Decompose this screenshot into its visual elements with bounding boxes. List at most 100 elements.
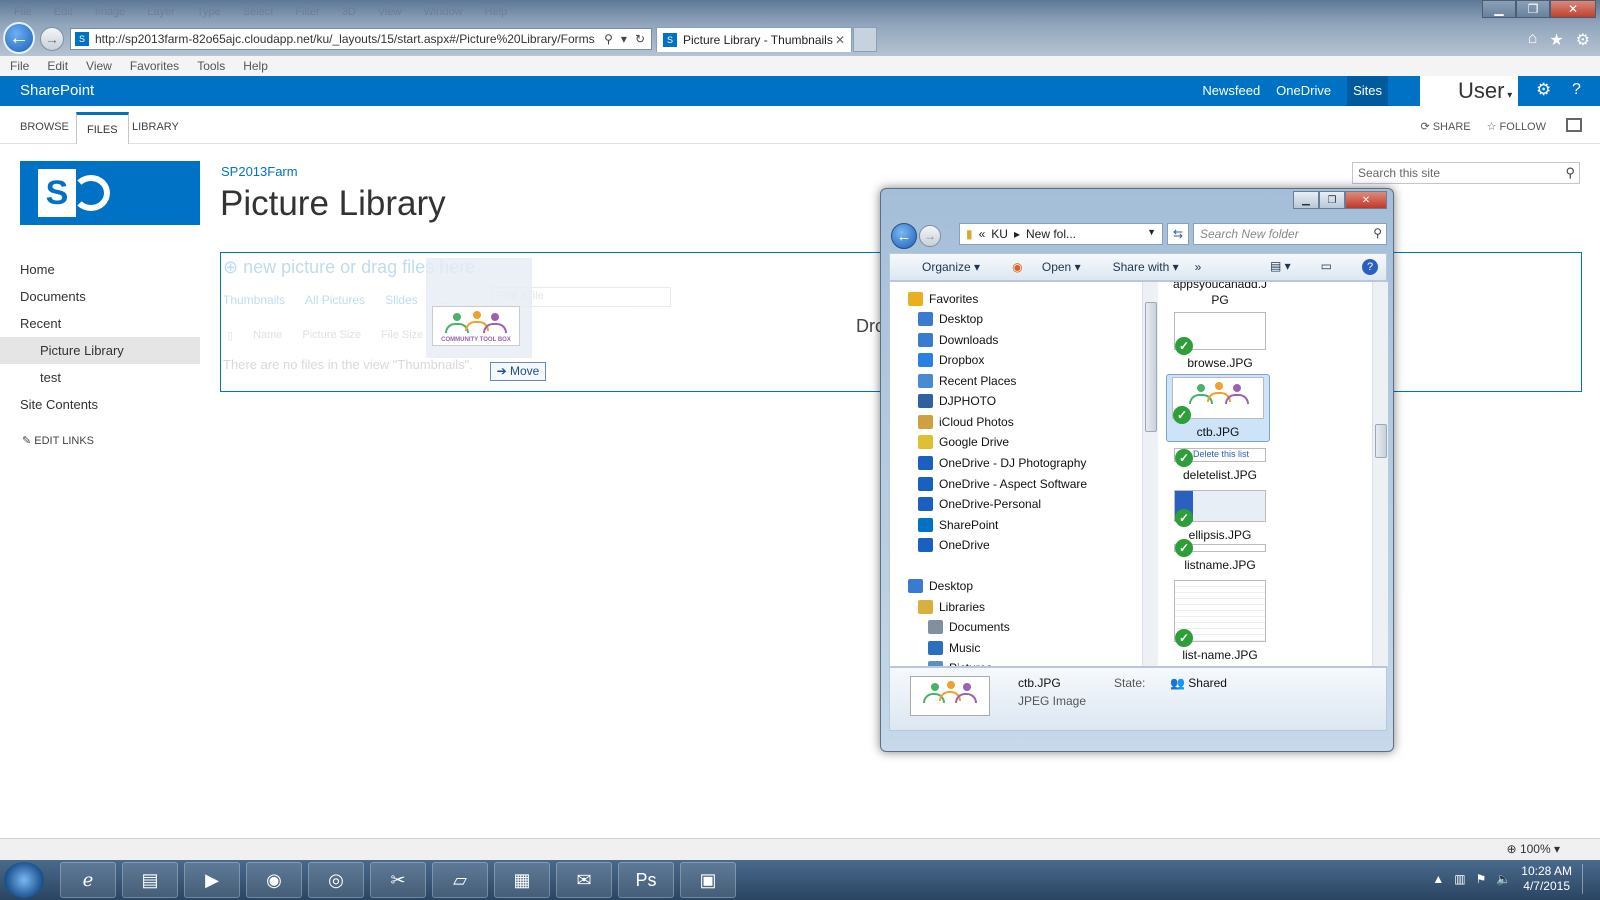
settings-gear-icon[interactable]: ⚙ [1536,80,1551,100]
file-item-selected[interactable]: ✓ ctb.JPG [1166,374,1270,442]
explorer-search-input[interactable]: Search New folder ⚲ [1193,223,1387,245]
tree-item-recent-places[interactable]: Recent Places [918,374,1016,388]
forward-button[interactable]: → [919,225,941,247]
menu-item-edit[interactable]: Edit [47,59,68,73]
favorites-star-icon[interactable]: ★ [1549,30,1563,50]
tab-files[interactable]: FILES [76,112,129,144]
firefox-icon[interactable]: ◉ [246,862,302,898]
view-slides[interactable]: Slides [385,293,418,307]
show-desktop-button[interactable] [1582,864,1592,894]
nav-item-recent[interactable]: Recent [0,310,200,337]
file-explorer-window[interactable]: ▁ ❐ ✕ ← → ▮ « KU ▸ New fol... ▼ ⇆ Search… [880,188,1394,752]
settings-gear-icon[interactable]: ⚙ [1576,30,1590,50]
preview-pane-icon[interactable]: ▭ [1321,259,1332,275]
newsfeed-link[interactable]: Newsfeed [1202,83,1260,106]
file-item[interactable]: ✓ list-name.JPG [1170,580,1270,662]
more-commands-button[interactable]: » [1195,260,1202,274]
file-list-scrollbar[interactable] [1372,282,1388,666]
clock[interactable]: 10:28 AM 4/7/2015 [1521,864,1572,894]
file-explorer-icon[interactable]: ▤ [122,862,178,898]
snipping-tool-icon[interactable]: ✂ [370,862,426,898]
tree-item-icloud-photos[interactable]: iCloud Photos [918,415,1014,429]
address-breadcrumb[interactable]: ▮ « KU ▸ New fol... ▼ [959,223,1163,245]
refresh-icon[interactable]: ⇆ [1167,223,1189,245]
sharepoint-brand[interactable]: SharePoint [20,82,94,99]
start-button[interactable] [4,862,44,898]
path-segment-new-folder[interactable]: New fol... [1026,227,1076,241]
close-button[interactable]: ✕ [1345,191,1387,209]
close-tab-icon[interactable]: ✕ [835,33,845,47]
back-button[interactable]: ← [891,223,917,249]
media-player-icon[interactable]: ▶ [184,862,240,898]
help-icon[interactable]: ? [1572,81,1581,99]
tab-browse[interactable]: BROWSE [10,112,79,144]
address-bar[interactable]: S http://sp2013farm-82o65ajc.cloudapp.ne… [70,28,652,50]
tree-item-onedrive-aspect-software[interactable]: OneDrive - Aspect Software [918,477,1087,491]
tree-item-desktop[interactable]: Desktop [918,312,983,326]
refresh-icon[interactable]: ↻ [635,32,645,46]
tree-item-documents[interactable]: Documents [928,620,1010,634]
path-segment-ku[interactable]: KU [991,227,1008,241]
menu-item-favorites[interactable]: Favorites [130,59,179,73]
sharepoint-logo[interactable]: S [20,161,200,225]
search-icon[interactable]: ⚲ [604,32,613,46]
network-icon[interactable]: ▥ [1454,872,1465,886]
tree-item-pictures[interactable]: Pictures [928,661,992,666]
user-menu[interactable]: User ▾ [1420,76,1518,106]
organize-button[interactable]: Organize ▾ [906,260,980,274]
onedrive-link[interactable]: OneDrive [1276,83,1331,106]
maximize-button[interactable]: ❐ [1516,0,1550,18]
new-tab-button[interactable] [853,27,877,52]
menu-item-tools[interactable]: Tools [197,59,225,73]
minimize-button[interactable]: ▁ [1482,0,1516,18]
file-item[interactable]: ✓ browse.JPG [1170,312,1270,370]
breadcrumb[interactable]: SP2013Farm [221,164,298,179]
menu-item-help[interactable]: Help [243,59,268,73]
nav-item-home[interactable]: Home [0,256,200,283]
view-all-pictures[interactable]: All Pictures [305,293,365,307]
share-button[interactable]: ⟳ SHARE [1420,120,1470,133]
dropdown-icon[interactable]: ▾ [621,32,627,46]
forward-button[interactable]: → [40,27,64,51]
view-options-icon[interactable]: ▤ ▾ [1270,259,1291,275]
chevron-down-icon[interactable]: ▼ [1147,227,1156,241]
tree-item-onedrive-dj-photography[interactable]: OneDrive - DJ Photography [918,456,1086,470]
share-with-button[interactable]: Share with ▾ [1097,260,1179,274]
sites-link[interactable]: Sites [1347,76,1388,106]
menu-item-file[interactable]: File [10,59,29,73]
focus-on-content-icon[interactable] [1566,118,1582,132]
overflow-icon[interactable]: « [979,227,986,241]
scrollbar-thumb[interactable] [1375,424,1387,458]
file-item[interactable]: ✓ listname.JPG [1170,539,1270,572]
search-icon[interactable]: ⚲ [1373,226,1382,240]
navigation-scrollbar[interactable] [1142,282,1158,666]
col-name[interactable]: Name [253,329,282,342]
edit-links-button[interactable]: ✎ EDIT LINKS [22,434,94,447]
outlook-icon[interactable]: ✉ [556,862,612,898]
view-thumbnails[interactable]: Thumbnails [223,293,285,307]
tree-item-onedrive[interactable]: OneDrive [918,538,990,552]
calculator-icon[interactable]: ▦ [494,862,550,898]
home-icon[interactable]: ⌂ [1528,30,1538,50]
file-item[interactable]: Delete this list ✓ deletelist.JPG [1170,448,1270,482]
tree-item-libraries[interactable]: Libraries [918,600,985,614]
internet-explorer-icon[interactable]: ℯ [60,862,116,898]
tray-expand-icon[interactable]: ▲ [1432,872,1444,886]
tab-library[interactable]: LIBRARY [122,112,189,144]
nav-item-documents[interactable]: Documents [0,283,200,310]
col-picture-size[interactable]: Picture Size [302,329,361,342]
photoshop-icon[interactable]: Ps [618,862,674,898]
file-item[interactable]: appsyoucanadd.JPG [1170,282,1270,304]
nav-item-picture-library[interactable]: Picture Library [0,337,200,364]
browser-tab[interactable]: S Picture Library - Thumbnails ✕ [656,27,852,52]
scrollbar-thumb[interactable] [1145,302,1157,432]
menu-item-view[interactable]: View [86,59,112,73]
minimize-button[interactable]: ▁ [1293,191,1319,209]
tree-item-sharepoint[interactable]: SharePoint [918,518,998,532]
open-button[interactable]: ◉ Open ▾ [996,260,1081,274]
flag-icon[interactable]: ⚑ [1476,872,1487,886]
zoom-control[interactable]: ⊕ 100% ▾ [1507,842,1560,856]
tree-item-desktop[interactable]: Desktop [908,579,973,593]
tree-item-dropbox[interactable]: Dropbox [918,353,984,367]
col-file-size[interactable]: File Size [381,329,423,342]
